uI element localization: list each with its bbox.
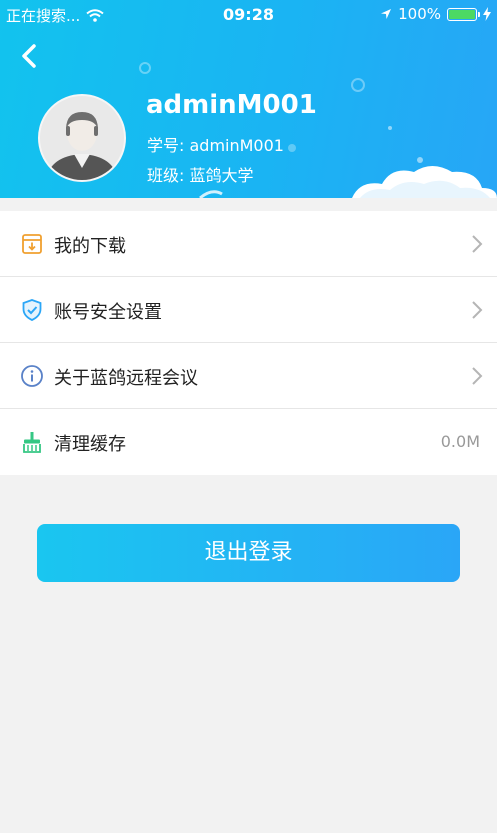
back-arrow-icon[interactable] xyxy=(16,40,44,72)
default-avatar-icon xyxy=(40,96,124,180)
shield-check-icon xyxy=(22,299,42,321)
menu-item-label: 账号安全设置 xyxy=(54,302,162,323)
student-id: 学号: adminM001 xyxy=(147,136,284,155)
menu-item-label: 我的下载 xyxy=(54,236,126,257)
chevron-right-icon xyxy=(472,367,483,385)
cache-size: 0.0M xyxy=(440,432,480,451)
info-icon xyxy=(21,365,43,387)
profile-header: 正在搜索... 09:28 100% adminM001 学号: adminM0… xyxy=(0,0,497,198)
menu-item-label: 清理缓存 xyxy=(54,434,126,455)
battery-percent: 100% xyxy=(398,5,441,23)
download-box-icon xyxy=(22,234,42,254)
chevron-right-icon xyxy=(472,235,483,253)
chevron-right-icon xyxy=(472,301,483,319)
menu-item-my-downloads[interactable]: 我的下载 xyxy=(0,211,497,277)
status-bar: 正在搜索... 09:28 100% xyxy=(0,0,497,28)
battery-icon xyxy=(447,7,480,21)
username: adminM001 xyxy=(146,90,317,120)
menu-item-label: 关于蓝鸽远程会议 xyxy=(54,368,198,389)
location-arrow-icon xyxy=(381,9,392,19)
logout-button[interactable]: 退出登录 xyxy=(37,524,460,582)
broom-icon xyxy=(23,432,41,453)
menu-item-account-security[interactable]: 账号安全设置 xyxy=(0,277,497,343)
menu-item-clear-cache[interactable]: 清理缓存 0.0M xyxy=(0,409,497,475)
settings-menu: 我的下载 账号安全设置 关于蓝鸽远程会议 清理缓存 0.0M xyxy=(0,211,497,475)
charging-bolt-icon xyxy=(483,7,491,21)
avatar[interactable] xyxy=(38,94,126,182)
class-name: 班级: 蓝鸽大学 xyxy=(147,166,254,185)
menu-item-about[interactable]: 关于蓝鸽远程会议 xyxy=(0,343,497,409)
